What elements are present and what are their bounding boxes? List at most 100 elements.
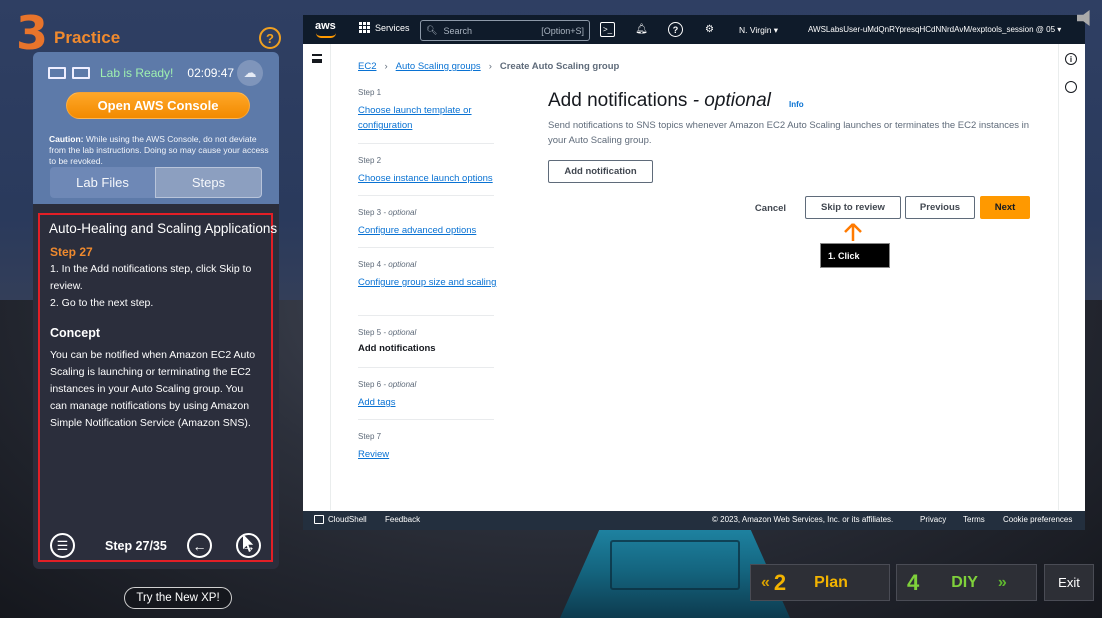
aws-logo[interactable]: aws [315,20,336,32]
divider [358,419,494,420]
diy-label: DIY [951,573,978,591]
tab-steps[interactable]: Steps [155,167,262,198]
practice-label: Practice [54,28,121,47]
step-list-icon[interactable]: ☰ [50,533,75,558]
wizard-step-6: Step 6 - optional Add tags [358,380,498,410]
steps-title: Auto-Healing and Scaling Applications [49,221,278,236]
gear-icon[interactable]: ⚙ [702,22,717,37]
aws-search-input[interactable]: 🔍︎ Search [Option+S] [420,20,590,41]
left-navigation-rail [303,44,331,510]
caution-label: Caution: [49,134,84,144]
wizard-step-2: Step 2 Choose instance launch options [358,156,498,186]
right-tools-rail [1058,44,1085,510]
search-shortcut: [Option+S] [541,25,584,36]
bell-icon[interactable]: 🔔︎ [634,22,649,37]
previous-button[interactable]: Previous [905,196,975,219]
page-description: Send notifications to SNS topics wheneve… [548,120,1030,146]
region-selector[interactable]: N. Virgin ▾ [739,25,778,36]
wizard-step-link[interactable]: Choose launch template or configuration [358,103,498,133]
footer-terms-link[interactable]: Terms [963,515,985,524]
cloud-download-icon[interactable]: ☁ [237,60,263,86]
nav-diy-button[interactable]: 4 DIY » [896,564,1037,601]
services-menu-button[interactable]: Services [359,22,410,33]
wizard-step-link[interactable]: Add tags [358,395,498,410]
divider [358,367,494,368]
caution-notice: Caution: While using the AWS Console, do… [49,134,271,167]
wizard-step-current: Add notifications [358,343,436,354]
account-menu[interactable]: AWSLabsUser-uMdQnRYpresqHCdNNrdAvM/expto… [808,25,1061,34]
practice-number: 3 [16,6,49,60]
plan-label: Plan [814,573,848,591]
cloudshell-icon [314,515,324,524]
click-hint-tooltip: 1. Click [820,243,890,268]
aws-logo-smile-icon [316,33,336,38]
cloudshell-icon[interactable]: >_ [600,22,615,37]
background-platform-detail [610,540,740,590]
cancel-button[interactable]: Cancel [748,197,793,220]
try-new-xp-button[interactable]: Try the New XP! [124,587,232,609]
wizard-step-label: Step 2 [358,156,382,165]
lab-status-row: Lab is Ready! 02:09:47 [48,63,234,83]
wizard-step-label: Step 6 - optional [358,380,417,389]
footer-cloudshell-label: CloudShell [328,515,367,524]
add-notification-button[interactable]: Add notification [548,160,653,183]
wizard-step-link[interactable]: Configure advanced options [358,223,498,238]
double-chevron-right-icon: » [997,573,1007,591]
wizard-step-5: Step 5 - optional Add notifications [358,328,498,354]
wizard-step-1: Step 1 Choose launch template or configu… [358,88,498,133]
footer-cloudshell[interactable]: CloudShell [314,515,367,524]
search-icon: 🔍︎ [426,25,438,35]
help-button[interactable]: ? [259,27,281,49]
lab-status: Lab is Ready! [100,66,174,80]
next-button[interactable]: Next [980,196,1030,219]
help-icon[interactable]: ? [668,22,683,37]
previous-step-button[interactable]: ← [187,533,212,558]
step-counter: Step 27/35 [105,539,167,553]
arrow-up-icon [844,223,862,241]
tab-lab-files[interactable]: Lab Files [50,167,155,198]
divider [358,247,494,248]
wizard-step-label: Step 3 - optional [358,208,417,217]
wizard-step-link[interactable]: Review [358,447,498,462]
wizard-step-4: Step 4 - optional Configure group size a… [358,260,498,290]
footer-copyright: © 2023, Amazon Web Services, Inc. or its… [712,515,894,524]
lab-tabs: Lab Files Steps [50,167,262,198]
search-placeholder: Search [443,25,472,36]
wizard-step-3: Step 3 - optional Configure advanced opt… [358,208,498,238]
exit-button[interactable]: Exit [1044,564,1094,601]
hamburger-menu-icon[interactable] [312,54,322,63]
settings-rail-icon[interactable] [1065,81,1077,93]
breadcrumb-current: Create Auto Scaling group [499,61,620,72]
wizard-step-link[interactable]: Choose instance launch options [358,171,498,186]
step-instruction-1: 1. In the Add notifications step, click … [50,263,252,292]
wizard-step-label: Step 1 [358,88,382,97]
footer-privacy-link[interactable]: Privacy [920,515,946,524]
divider [358,315,494,316]
divider [358,195,494,196]
step-number: Step 27 [50,245,93,259]
double-chevron-left-icon: « [761,573,770,591]
wizard-step-label: Step 7 [358,432,382,441]
lab-timer: 02:09:47 [187,66,235,80]
breadcrumb-ec2[interactable]: EC2 [358,61,376,72]
skip-to-review-button[interactable]: Skip to review [805,196,901,219]
page-title: Add notifications - optional [548,90,771,111]
open-aws-console-button[interactable]: Open AWS Console [66,92,250,119]
info-icon[interactable]: i [1065,53,1077,65]
chevron-right-icon: › [384,61,388,72]
nav-plan-button[interactable]: « 2 Plan [750,564,890,601]
grid-icon [359,22,370,33]
wizard-step-label: Step 5 - optional [358,328,417,337]
info-link[interactable]: Info [789,100,804,109]
concept-text: You can be notified when Amazon EC2 Auto… [50,349,256,429]
breadcrumb-auto-scaling-groups[interactable]: Auto Scaling groups [396,61,481,72]
services-label: Services [375,22,410,33]
wizard-step-link[interactable]: Configure group size and scaling [358,275,498,290]
footer-cookie-preferences-link[interactable]: Cookie preferences [1003,515,1072,524]
footer-feedback-link[interactable]: Feedback [385,515,420,524]
concept-title: Concept [50,326,100,340]
divider [358,143,494,144]
monitors-icon [48,66,92,80]
chevron-right-icon: › [488,61,492,72]
wizard-step-label: Step 4 - optional [358,260,417,269]
